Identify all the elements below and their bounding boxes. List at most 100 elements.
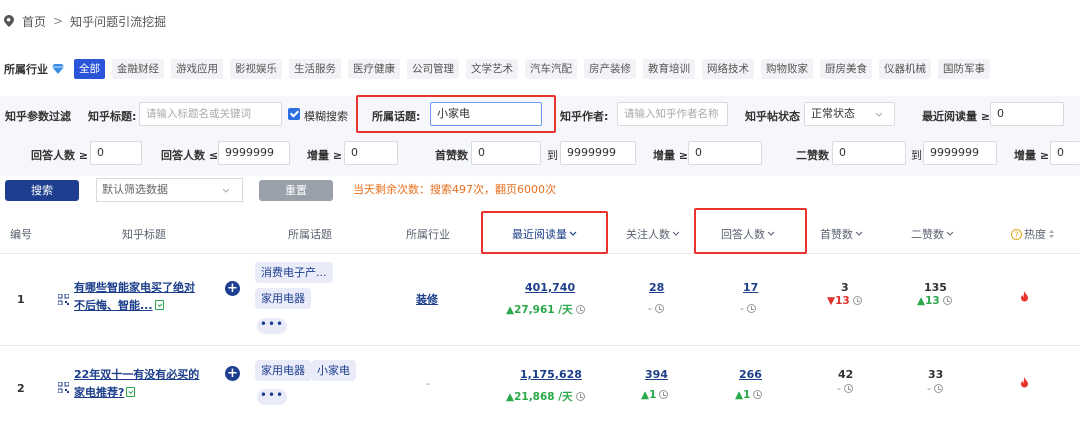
col-industry: 所属行业 [406,228,450,241]
recent-read-min-input[interactable]: 0 [990,102,1064,126]
clock-icon [746,304,756,313]
row-second-likes-delta-value: - [927,382,931,395]
location-pin-icon [4,15,14,27]
reset-button[interactable]: 重置 [259,180,333,201]
first-likes-label: 首赞数 [435,149,468,162]
industry-label: 所属行业 [4,63,48,76]
search-button[interactable]: 搜索 [5,180,79,201]
first-likes-to-input[interactable]: 9999999 [560,141,636,165]
qr-code-icon[interactable] [58,294,69,305]
title-input[interactable]: 请输入标题名或关键词 [139,102,282,126]
breadcrumb-home-link[interactable]: 首页 [22,13,46,30]
row-recent-read-delta-value: 27,961 /天 [514,304,573,316]
industry-chip[interactable]: 汽车汽配 [525,59,577,79]
chevron-down-icon [222,188,230,193]
col-second-likes-label: 二赞数 [911,228,944,241]
row-followers[interactable]: 394 [645,368,668,381]
col-first-likes-label: 首赞数 [820,228,853,241]
chevron-down-icon [672,231,680,236]
flame-icon [1021,291,1028,302]
author-input[interactable]: 请输入知乎作者名称 [617,102,728,126]
row-followers-delta-value: - [648,302,652,315]
industry-chip[interactable]: 国防军事 [938,59,990,79]
row-industry-link[interactable]: 装修 [416,291,438,307]
row-first-likes: 42 [838,368,854,381]
add-topic-button[interactable]: + [225,366,240,381]
second-likes-to-input[interactable]: 9999999 [923,141,997,165]
row-recent-read[interactable]: 401,740 [525,281,575,294]
status-select-value: 正常状态 [811,107,855,120]
growth-input[interactable]: 0 [1050,141,1080,165]
topic-tag[interactable]: 家用电器 [255,288,311,309]
topic-tag[interactable]: 消费电子产... [255,262,333,283]
col-second-likes[interactable]: 二赞数 [911,226,954,242]
answers-max-label: 回答人数 ≤ [161,149,219,162]
industry-chip[interactable]: 购物败家 [761,59,813,79]
copy-icon[interactable] [126,387,136,397]
row-first-likes-delta-value: - [837,382,841,395]
row-second-likes: 135 [924,281,947,294]
preset-select[interactable]: 默认筛选数据 [96,178,243,202]
industry-chip[interactable]: 厨房美食 [820,59,872,79]
industry-chip[interactable]: 房产装修 [584,59,636,79]
topic-tag[interactable]: 家用电器 [255,360,311,381]
row-answers[interactable]: 266 [739,368,762,381]
preset-select-value: 默认筛选数据 [102,183,168,196]
title-label: 知乎标题: [88,110,137,123]
growth-input[interactable]: 0 [344,141,398,165]
industry-chip[interactable]: 网络技术 [702,59,754,79]
fuzzy-search-checkbox[interactable] [288,108,300,120]
col-heat[interactable]: ? 热度 [1011,226,1055,242]
industry-chip[interactable]: 游戏应用 [171,59,223,79]
topic-tag[interactable]: 小家电 [311,360,356,381]
more-topics-button[interactable]: ••• [257,389,287,405]
industry-chip[interactable]: 影视娱乐 [230,59,282,79]
clock-icon [753,390,763,399]
topic-input[interactable]: 小家电 [430,102,542,126]
topic-label: 所属话题: [372,110,421,123]
industry-chip[interactable]: 仪器机械 [879,59,931,79]
clock-icon [659,390,669,399]
col-first-likes[interactable]: 首赞数 [820,226,863,242]
answers-min-input[interactable]: 0 [90,141,142,165]
row-second-likes-delta: - [927,382,943,395]
row-answers[interactable]: 17 [743,281,758,294]
growth-label: 增量 ≥ [1014,149,1050,162]
table-row: 1 有哪些智能家电买了绝对 不后悔、智能... + 消费电子产... 家用电器 … [0,254,1080,346]
row-followers-delta-value: 1 [649,389,657,401]
row-first-likes-delta: ▼13 [827,295,862,307]
row-first-likes-delta: - [837,382,853,395]
svg-text:?: ? [1014,230,1018,239]
add-topic-button[interactable]: + [225,281,240,296]
qr-code-icon[interactable] [58,382,69,393]
row-second-likes-delta: ▲13 [917,295,952,307]
industry-chip[interactable]: 生活服务 [289,59,341,79]
second-likes-from-input[interactable]: 0 [832,141,906,165]
copy-icon[interactable] [154,300,164,310]
answers-max-input[interactable]: 9999999 [218,141,290,165]
industry-chip[interactable]: 文学艺术 [466,59,518,79]
industry-chip[interactable]: 金融财经 [112,59,164,79]
first-likes-from-input[interactable]: 0 [471,141,541,165]
col-followers[interactable]: 关注人数 [626,226,680,242]
growth-input[interactable]: 0 [688,141,762,165]
row-title-link[interactable]: 22年双十一有没有必买的 家电推荐? [74,366,199,402]
industry-chip[interactable]: 公司管理 [407,59,459,79]
industry-chip[interactable]: 教育培训 [643,59,695,79]
more-topics-button[interactable]: ••• [257,318,287,334]
clock-icon [852,296,862,305]
second-likes-label: 二赞数 [796,149,829,162]
row-title-line1: 22年双十一有没有必买的 [74,368,200,381]
table-row: 2 22年双十一有没有必买的 家电推荐? + 家用电器 小家电 ••• - 1,… [0,346,1080,429]
recent-read-highlight-box [481,211,608,254]
industry-chip-all[interactable]: 全部 [74,59,105,79]
row-followers[interactable]: 28 [649,281,664,294]
row-title-link[interactable]: 有哪些智能家电买了绝对 不后悔、智能... [74,279,195,315]
industry-chip[interactable]: 医疗健康 [348,59,400,79]
recent-read-min-label: 最近阅读量 ≥ [922,110,991,123]
diamond-icon [52,64,64,74]
row-recent-read-delta: ▲27,961 /天 [506,302,585,317]
row-answers-delta-value: 1 [743,389,751,401]
col-heat-label: 热度 [1024,228,1046,241]
row-recent-read[interactable]: 1,175,628 [520,368,582,381]
